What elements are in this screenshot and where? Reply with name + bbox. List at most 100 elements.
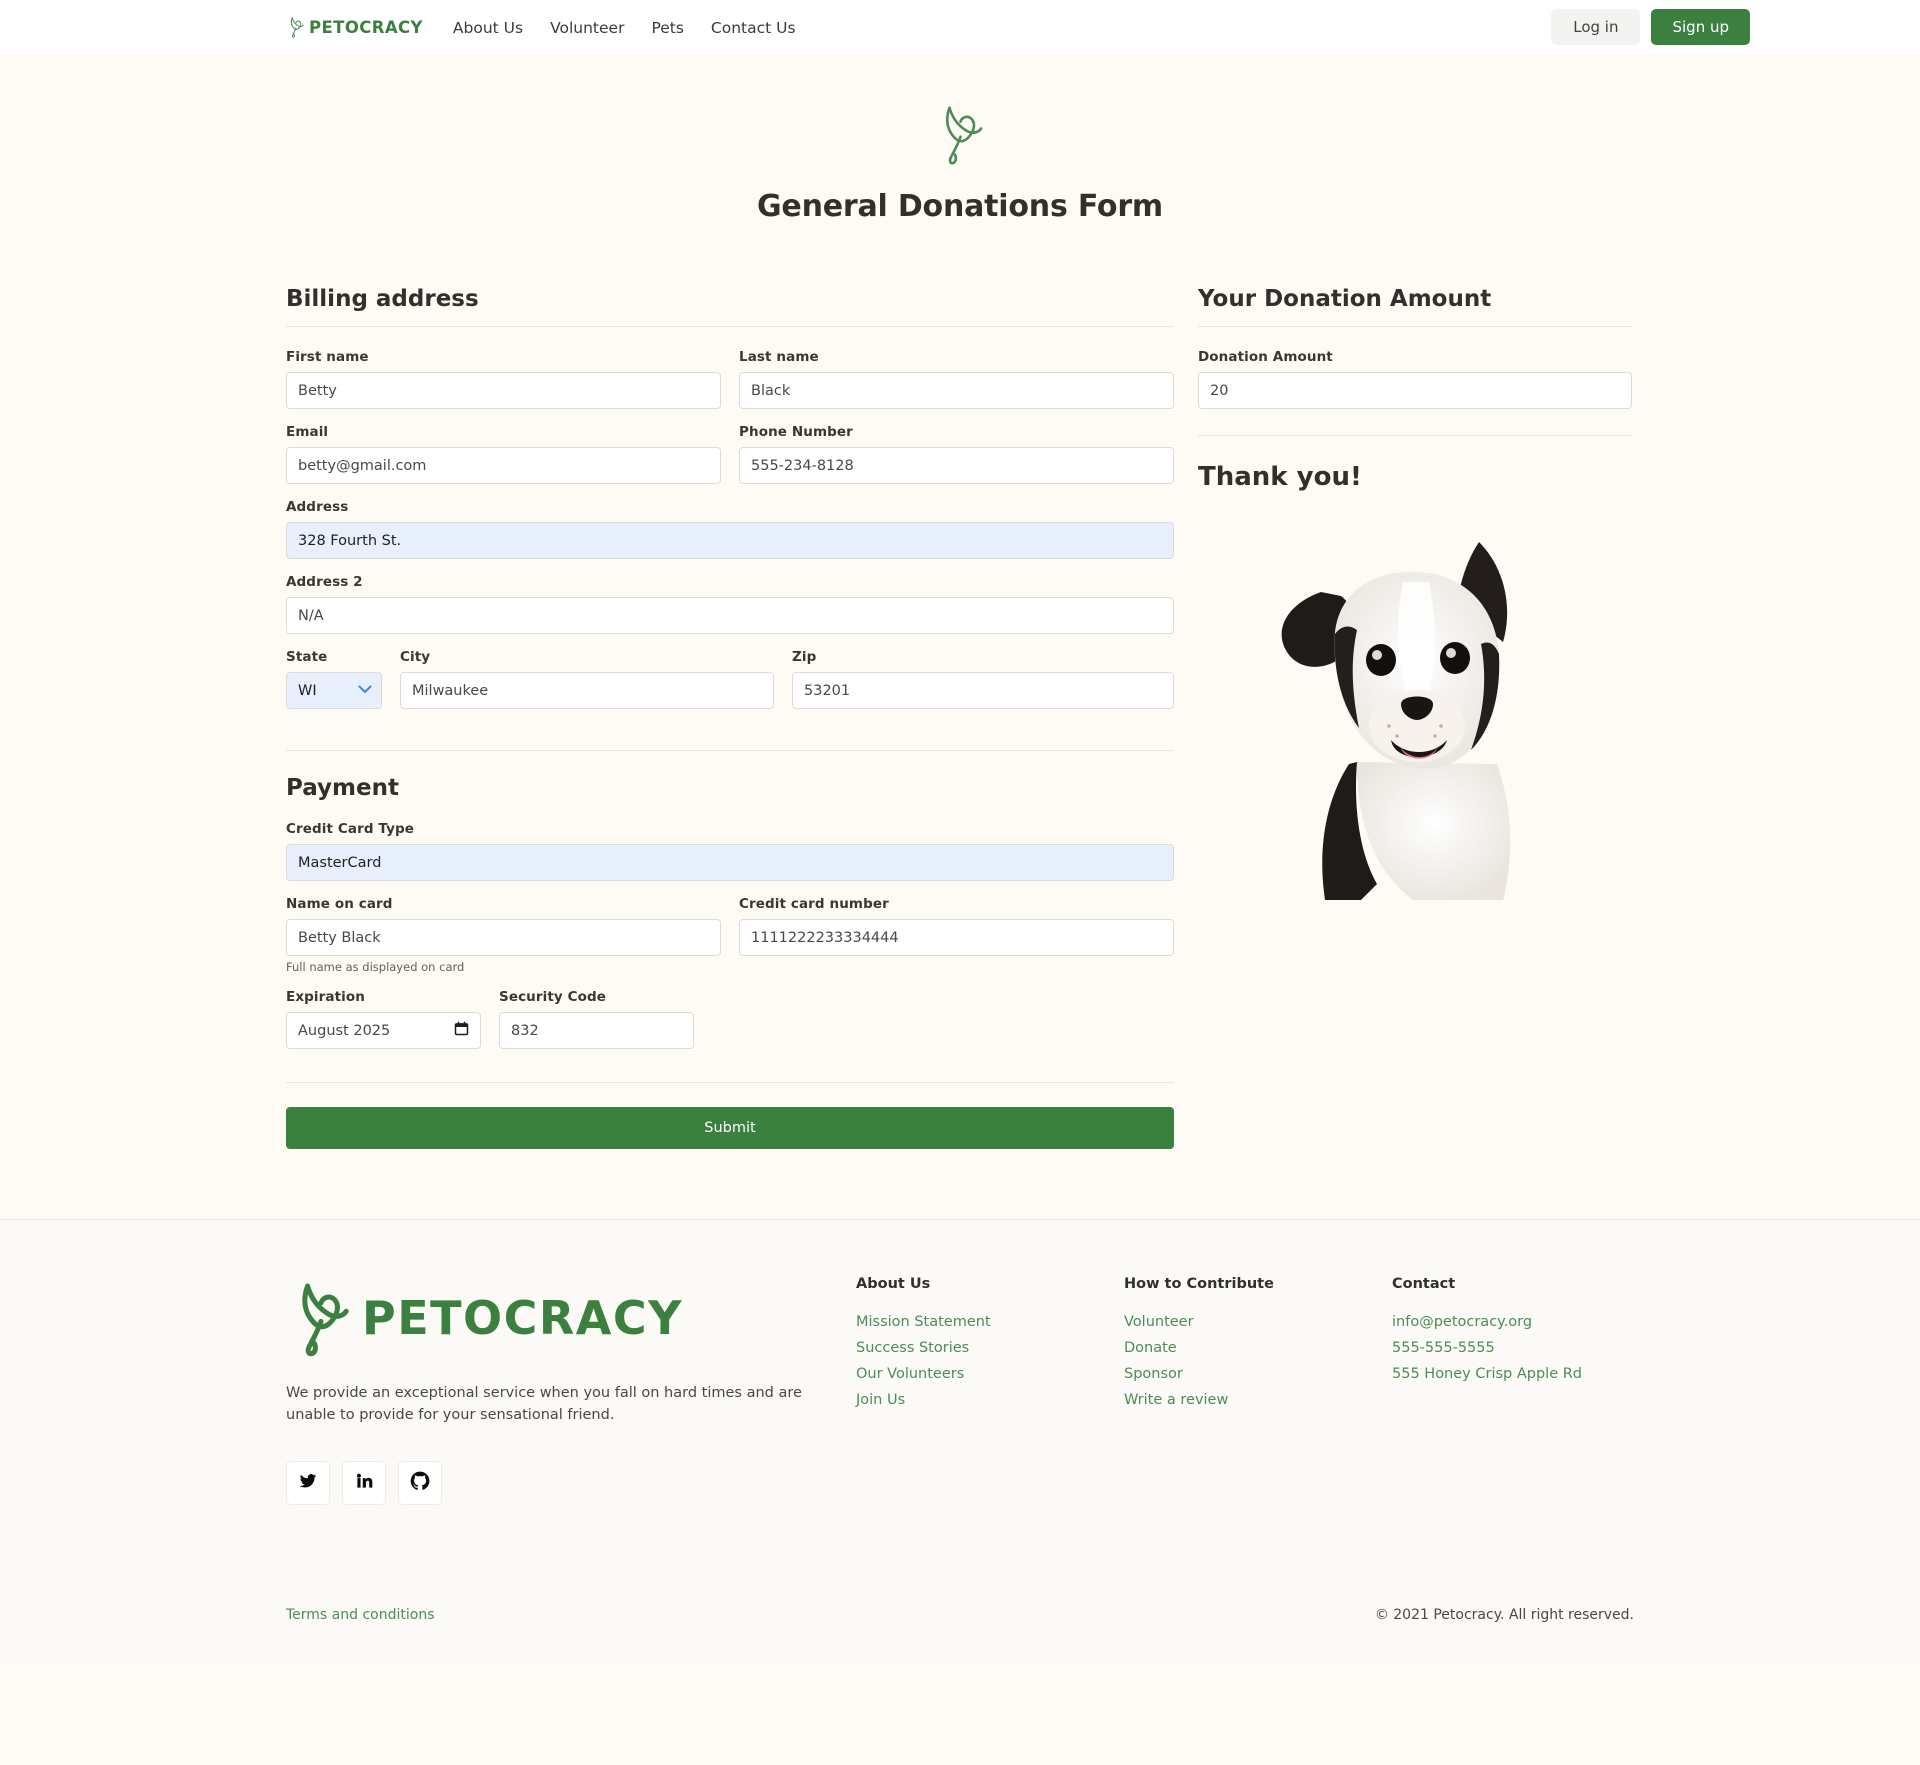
card-type-select[interactable]: MasterCard — [286, 844, 1174, 881]
linkedin-icon — [355, 1471, 374, 1494]
page-title: General Donations Form — [757, 189, 1163, 224]
expiry-cvv-row: Expiration August 2025 Security Code 832 — [286, 989, 1174, 1064]
nav-item-about-us[interactable]: About Us — [453, 19, 523, 37]
footer-logo: PETOCRACY — [286, 1276, 856, 1360]
footer-link-volunteer[interactable]: Volunteer — [1124, 1314, 1392, 1330]
signup-button[interactable]: Sign up — [1651, 9, 1750, 45]
footer-link-mission-statement[interactable]: Mission Statement — [856, 1314, 1124, 1330]
card-type-group: Credit Card Type MasterCard — [286, 821, 1174, 881]
navbar-brand-text: PETOCRACY — [309, 17, 423, 37]
last-name-group: Last name Black — [739, 349, 1174, 409]
footer-heading-how-to-contribute: How to Contribute — [1124, 1276, 1274, 1292]
address-label: Address — [286, 499, 349, 515]
terms-and-conditions-link[interactable]: Terms and conditions — [286, 1607, 435, 1623]
footer-heading-about-us: About Us — [856, 1276, 931, 1292]
card-number-label: Credit card number — [739, 896, 889, 912]
email-input[interactable]: betty@gmail.com — [286, 447, 721, 484]
footer-contact-address[interactable]: 555 Honey Crisp Apple Rd — [1392, 1366, 1692, 1382]
city-input[interactable]: Milwaukee — [400, 672, 774, 709]
footer-column-how-to-contribute: How to Contribute Volunteer Donate Spons… — [1124, 1276, 1392, 1505]
nav-item-pets[interactable]: Pets — [651, 19, 683, 37]
footer-brand-block: PETOCRACY We provide an exceptional serv… — [286, 1276, 856, 1505]
state-select[interactable]: WI — [286, 672, 382, 709]
footer-link-sponsor[interactable]: Sponsor — [1124, 1366, 1392, 1382]
boston-terrier-dog-photo — [1198, 512, 1632, 912]
chevron-down-icon — [358, 684, 372, 697]
card-number-group: Credit card number 1111222233334444 — [739, 896, 1174, 974]
footer-brand-text: PETOCRACY — [362, 1291, 683, 1345]
thank-you-heading: Thank you! — [1198, 435, 1632, 492]
billing-address-heading: Billing address — [286, 286, 1174, 327]
card-number-input[interactable]: 1111222233334444 — [739, 919, 1174, 956]
phone-label: Phone Number — [739, 424, 853, 440]
payment-heading: Payment — [286, 775, 399, 801]
footer-description: We provide an exceptional service when y… — [286, 1385, 802, 1424]
expiration-label: Expiration — [286, 989, 365, 1005]
navbar-links: About Us Volunteer Pets Contact Us — [453, 18, 796, 37]
phone-input[interactable]: 555-234-8128 — [739, 447, 1174, 484]
footer-bottom-bar: Terms and conditions © 2021 Petocracy. A… — [286, 1585, 1634, 1663]
expiration-value: August 2025 — [298, 1022, 391, 1039]
security-code-group: Security Code 832 — [499, 989, 694, 1049]
state-select-value: WI — [298, 682, 317, 699]
zip-input[interactable]: 53201 — [792, 672, 1174, 709]
expiration-input[interactable]: August 2025 — [286, 1012, 481, 1049]
footer-link-write-a-review[interactable]: Write a review — [1124, 1392, 1392, 1408]
navbar-brand[interactable]: PETOCRACY — [286, 15, 423, 39]
first-name-input[interactable]: Betty — [286, 372, 721, 409]
security-code-input[interactable]: 832 — [499, 1012, 694, 1049]
email-label: Email — [286, 424, 329, 440]
last-name-input[interactable]: Black — [739, 372, 1174, 409]
phone-group: Phone Number 555-234-8128 — [739, 424, 1174, 484]
donation-heading: Your Donation Amount — [1198, 286, 1632, 327]
expiration-group: Expiration August 2025 — [286, 989, 481, 1049]
footer-column-about-us: About Us Mission Statement Success Stori… — [856, 1276, 1124, 1505]
site-footer: PETOCRACY We provide an exceptional serv… — [0, 1219, 1920, 1663]
name-row: First name Betty Last name Black — [286, 349, 1174, 424]
footer-contact-email[interactable]: info@petocracy.org — [1392, 1314, 1692, 1330]
donation-amount-input[interactable]: 20 — [1198, 372, 1632, 409]
footer-contact-phone[interactable]: 555-555-5555 — [1392, 1340, 1692, 1356]
address2-input[interactable]: N/A — [286, 597, 1174, 634]
donation-amount-group: Donation Amount 20 — [1198, 349, 1632, 409]
zip-label: Zip — [792, 649, 817, 665]
donation-amount-label: Donation Amount — [1198, 349, 1333, 365]
state-group: State WI — [286, 649, 382, 709]
bird-logo-icon — [286, 15, 306, 39]
address2-group: Address 2 N/A — [286, 574, 1174, 634]
social-links — [286, 1460, 856, 1505]
nav-item-volunteer[interactable]: Volunteer — [550, 19, 624, 37]
submit-button[interactable]: Submit — [286, 1107, 1174, 1149]
footer-column-contact: Contact info@petocracy.org 555-555-5555 … — [1392, 1276, 1692, 1505]
hero-bird-logo-icon — [0, 99, 1920, 169]
card-details-row: Name on card Betty Black Full name as di… — [286, 896, 1174, 989]
last-name-label: Last name — [739, 349, 819, 365]
login-button[interactable]: Log in — [1551, 9, 1641, 45]
main-content: Billing address First name Betty Last na… — [0, 224, 1920, 1149]
address-input[interactable]: 328 Fourth St. — [286, 522, 1174, 559]
github-icon — [410, 1471, 430, 1495]
footer-link-our-volunteers[interactable]: Our Volunteers — [856, 1366, 1124, 1382]
footer-heading-contact: Contact — [1392, 1276, 1456, 1292]
card-type-label: Credit Card Type — [286, 821, 415, 837]
payment-section: Payment Credit Card Type MasterCard Name… — [286, 750, 1174, 1149]
footer-link-donate[interactable]: Donate — [1124, 1340, 1392, 1356]
name-on-card-helper: Full name as displayed on card — [286, 960, 465, 974]
security-code-label: Security Code — [499, 989, 607, 1005]
first-name-group: First name Betty — [286, 349, 721, 409]
calendar-icon[interactable] — [454, 1021, 469, 1040]
nav-item-contact-us[interactable]: Contact Us — [711, 19, 796, 37]
donation-column: Your Donation Amount Donation Amount 20 … — [1198, 286, 1632, 912]
footer-link-success-stories[interactable]: Success Stories — [856, 1340, 1124, 1356]
navbar-actions: Log in Sign up — [1551, 9, 1750, 45]
first-name-label: First name — [286, 349, 369, 365]
footer-link-join-us[interactable]: Join Us — [856, 1392, 1124, 1408]
github-link[interactable] — [398, 1460, 442, 1505]
linkedin-link[interactable] — [342, 1460, 386, 1505]
state-label: State — [286, 649, 328, 665]
twitter-link[interactable] — [286, 1460, 330, 1505]
hero-section: General Donations Form — [0, 54, 1920, 224]
address2-label: Address 2 — [286, 574, 363, 590]
name-on-card-input[interactable]: Betty Black — [286, 919, 721, 956]
address-group: Address 328 Fourth St. — [286, 499, 1174, 559]
